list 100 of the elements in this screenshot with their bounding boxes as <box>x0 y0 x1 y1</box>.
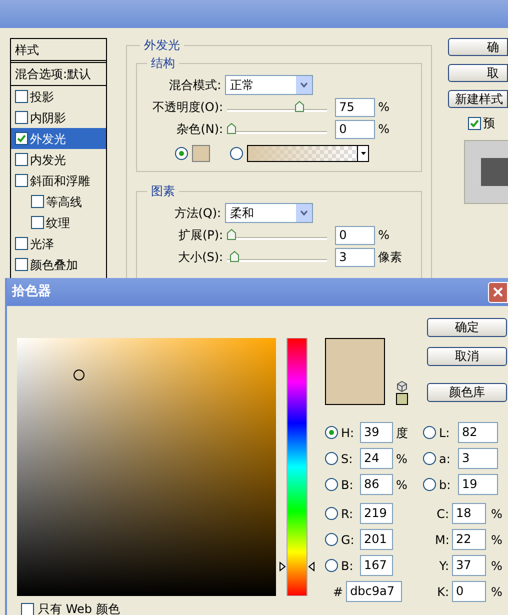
slider-track[interactable] <box>227 123 328 135</box>
checkbox[interactable] <box>31 195 44 208</box>
preview-thumbnail <box>464 140 508 204</box>
input-field[interactable]: dbc9a7 <box>346 581 402 602</box>
radio-button[interactable] <box>325 559 338 572</box>
input-field[interactable]: 82 <box>458 422 498 443</box>
style-item[interactable]: 等高线 <box>11 191 106 212</box>
input-field[interactable]: 0 <box>335 120 376 138</box>
unit-label: % <box>378 227 390 244</box>
field-label: S: <box>341 450 354 468</box>
dialog-button[interactable]: 取 <box>448 64 508 82</box>
unit-label: % <box>491 532 502 548</box>
dialog-button[interactable]: 取消 <box>427 347 507 366</box>
unit-label: % <box>396 476 408 494</box>
style-item[interactable]: 混合选项:默认 <box>11 63 106 86</box>
slider-track[interactable] <box>227 101 328 113</box>
dropdown[interactable]: 柔和 <box>225 203 314 223</box>
field-label: L: <box>439 424 451 442</box>
input-field[interactable]: 18 <box>452 503 486 524</box>
input-field[interactable]: 86 <box>360 474 393 495</box>
checkbox[interactable] <box>15 258 28 271</box>
chevron-icon[interactable] <box>296 204 312 222</box>
style-item[interactable]: 光泽 <box>11 233 106 254</box>
input-field[interactable]: 0 <box>452 581 486 602</box>
field-label: G: <box>341 532 356 548</box>
input-field[interactable]: 0 <box>335 226 376 244</box>
field-label: Y: <box>438 558 449 574</box>
caret-icon[interactable] <box>357 146 368 160</box>
input-field[interactable]: 37 <box>452 555 486 576</box>
dialog-button[interactable]: 颜色库 <box>427 383 507 402</box>
field-label: B: <box>341 558 354 574</box>
input-field[interactable]: 219 <box>360 503 393 524</box>
style-item[interactable]: 纹理 <box>11 212 106 233</box>
input-field[interactable]: 3 <box>335 248 376 266</box>
style-item[interactable]: 外发光 <box>11 128 106 149</box>
close-icon[interactable] <box>493 287 503 297</box>
radio-button[interactable] <box>175 146 188 160</box>
input-field[interactable]: 201 <box>360 529 393 550</box>
dialog-button[interactable]: 确定 <box>427 318 507 337</box>
checkbox[interactable] <box>15 237 28 250</box>
field-label: 扩展(P): <box>177 227 224 244</box>
input-field[interactable]: 22 <box>452 529 486 550</box>
style-item[interactable]: 投影 <box>11 86 106 107</box>
input-field[interactable]: 75 <box>335 98 376 116</box>
gradient-dropdown[interactable] <box>247 144 370 162</box>
slider-track[interactable] <box>227 251 328 263</box>
dropdown[interactable]: 正常 <box>225 75 314 95</box>
checkbox[interactable] <box>468 116 481 130</box>
web-color-swatch[interactable] <box>396 393 408 405</box>
dialog-button[interactable]: 确 <box>448 38 508 56</box>
hue-marker[interactable] <box>280 562 314 572</box>
cube-icon[interactable] <box>397 381 407 392</box>
slider-thumb[interactable] <box>227 123 236 134</box>
checkbox[interactable] <box>31 216 44 229</box>
checkbox[interactable] <box>15 132 28 145</box>
slider-thumb[interactable] <box>227 229 236 240</box>
style-item[interactable]: 斜面和浮雕 <box>11 170 106 191</box>
radio-button[interactable] <box>325 507 338 520</box>
field-label: M: <box>435 532 449 548</box>
checkbox[interactable] <box>15 90 28 103</box>
input-field[interactable]: 39 <box>360 422 393 443</box>
field-label: 不透明度(O): <box>151 99 224 116</box>
slider-thumb[interactable] <box>230 251 239 262</box>
slider-thumb[interactable] <box>294 101 304 112</box>
dialog-button[interactable]: 新建样式 <box>448 90 508 108</box>
checkbox[interactable] <box>21 602 34 615</box>
slider-track[interactable] <box>227 229 328 241</box>
radio-button[interactable] <box>423 452 436 465</box>
window-title: 拾色器 <box>12 283 51 302</box>
radio-button[interactable] <box>325 533 338 546</box>
input-field[interactable]: 167 <box>360 555 393 576</box>
radio-button[interactable] <box>325 426 338 439</box>
field-label: 混合模式: <box>168 77 222 94</box>
radio-button[interactable] <box>325 452 338 465</box>
color-preview <box>325 338 385 405</box>
field-label: 方法(Q): <box>173 205 222 222</box>
radio-button[interactable] <box>423 478 436 491</box>
input-field[interactable]: 24 <box>360 448 393 469</box>
radio-button[interactable] <box>230 146 244 160</box>
group-title: 图素 <box>150 183 176 200</box>
field-label: C: <box>436 506 449 522</box>
hue-slider[interactable] <box>279 338 315 596</box>
unit-label: % <box>378 99 390 116</box>
radio-button[interactable] <box>325 478 338 491</box>
field-label: R: <box>341 506 354 522</box>
style-item[interactable]: 颜色叠加 <box>11 254 106 275</box>
color-swatch[interactable] <box>192 144 210 162</box>
checkbox[interactable] <box>15 174 28 187</box>
style-item[interactable]: 内阴影 <box>11 107 106 128</box>
checkbox[interactable] <box>15 111 28 124</box>
preview-label: 预 <box>483 115 495 132</box>
input-field[interactable]: 19 <box>458 474 498 495</box>
checkbox-label: 只有 Web 颜色 <box>38 601 120 615</box>
style-item[interactable]: 内发光 <box>11 149 106 170</box>
radio-button[interactable] <box>423 426 436 439</box>
chevron-icon[interactable] <box>296 76 312 94</box>
checkbox[interactable] <box>15 153 28 166</box>
close-button[interactable] <box>488 282 508 302</box>
unit-label: 度 <box>396 424 408 442</box>
input-field[interactable]: 3 <box>458 448 498 469</box>
